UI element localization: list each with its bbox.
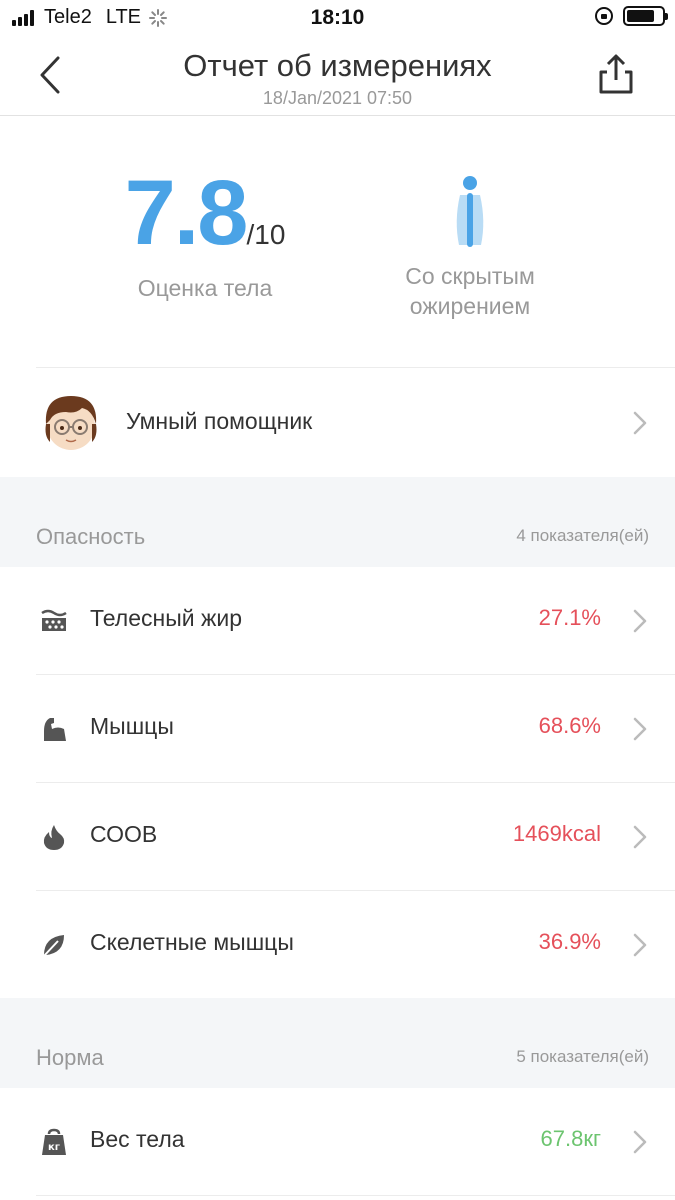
metric-row-weight[interactable]: кг Вес тела 67.8кг	[36, 1088, 675, 1196]
score-section: 7.8/10 Оценка тела Со скрытым ожирением	[0, 117, 675, 367]
metric-value: 27.1%	[538, 605, 601, 630]
metric-value: 1469kcal	[512, 821, 601, 846]
page-title: Отчет об измерениях	[183, 48, 492, 83]
smart-assistant-row[interactable]: Умный помощник	[36, 367, 675, 477]
status-bar-right	[595, 6, 668, 26]
metric-label: СООВ	[90, 821, 158, 847]
danger-section-count: 4 показателя(ей)	[516, 526, 649, 545]
metric-value: 67.8кг	[540, 1126, 601, 1151]
body-score-value: 7.8	[124, 162, 249, 264]
status-time: 18:10	[310, 6, 365, 29]
metric-value: 36.9%	[538, 929, 601, 954]
metric-label: Скелетные мышцы	[90, 929, 294, 955]
leaf-icon	[42, 935, 64, 958]
body-score-label: Оценка тела	[137, 275, 273, 301]
body-type-line1: Со скрытым	[405, 263, 535, 289]
chevron-right-icon	[633, 933, 647, 957]
flame-icon	[43, 825, 65, 850]
weight-kg-icon: кг	[42, 1128, 66, 1155]
metric-label: Вес тела	[90, 1126, 185, 1152]
metric-row-bmr[interactable]: СООВ 1469kcal	[36, 783, 675, 891]
share-button[interactable]	[593, 52, 639, 98]
metric-label: Мышцы	[90, 713, 174, 739]
chevron-right-icon	[633, 1130, 647, 1154]
chevron-right-icon	[633, 825, 647, 849]
metric-value: 68.6%	[538, 713, 601, 738]
body-fat-icon	[41, 609, 67, 631]
weight-kg-icon-text: кг	[48, 1142, 60, 1153]
normal-section-header: Норма 5 показателя(ей)	[0, 998, 675, 1088]
body-score: 7.8/10 Оценка тела	[100, 167, 310, 302]
muscle-icon	[44, 718, 66, 741]
body-type-line2: ожирением	[409, 293, 531, 319]
body-type-label: Со скрытым ожирением	[370, 261, 570, 321]
danger-section-title: Опасность	[36, 524, 146, 549]
metric-row-body-fat[interactable]: Телесный жир 27.1%	[36, 567, 675, 675]
assistant-label: Умный помощник	[126, 408, 313, 434]
normal-section-count: 5 показателя(ей)	[516, 1047, 649, 1066]
assistant-avatar	[45, 396, 97, 456]
chevron-right-icon	[633, 411, 647, 435]
nav-header: Отчет об измерениях 18/Jan/2021 07:50	[0, 36, 675, 116]
body-type[interactable]: Со скрытым ожирением	[370, 175, 570, 321]
metric-label: Телесный жир	[90, 605, 242, 631]
danger-section-header: Опасность 4 показателя(ей)	[0, 477, 675, 567]
share-icon	[599, 54, 633, 94]
chevron-right-icon	[633, 609, 647, 633]
status-bar: Tele2 LTE 18:10	[0, 0, 675, 36]
measurement-datetime: 18/Jan/2021 07:50	[262, 88, 413, 108]
body-figure-icon	[456, 176, 484, 247]
chevron-right-icon	[633, 717, 647, 741]
metric-row-skeletal-muscle[interactable]: Скелетные мышцы 36.9%	[36, 891, 675, 999]
body-score-max: /10	[246, 219, 286, 250]
metric-row-muscle[interactable]: Мышцы 68.6%	[36, 675, 675, 783]
battery-icon	[623, 6, 668, 26]
normal-section-title: Норма	[36, 1045, 104, 1070]
rotation-lock-icon	[595, 7, 613, 25]
